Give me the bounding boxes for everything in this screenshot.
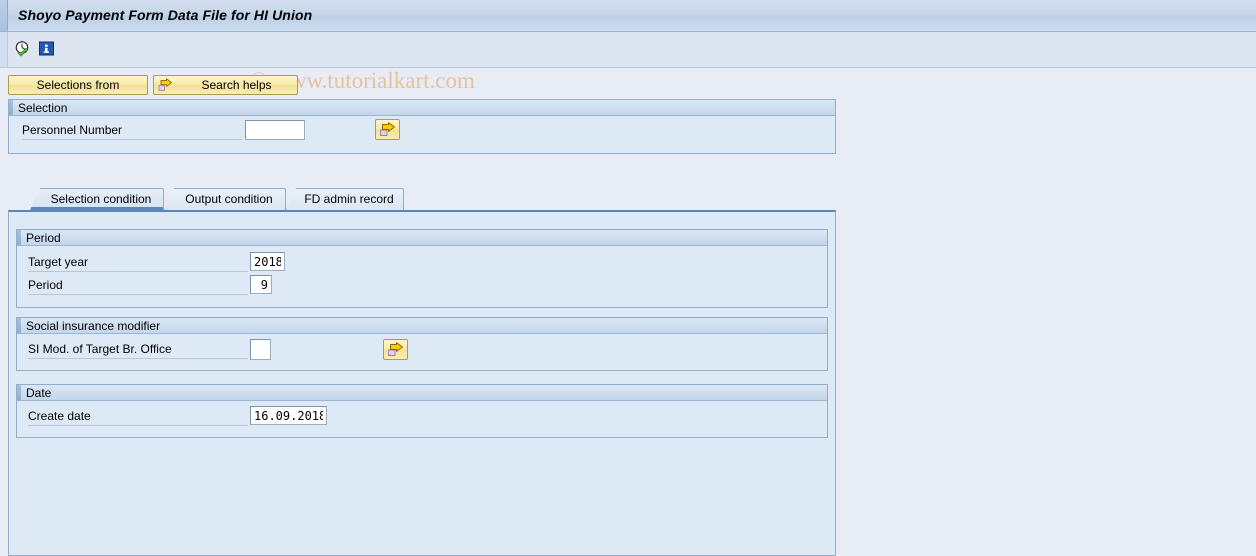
period-label: Period: [28, 278, 248, 295]
tab-strip: Selection condition Output condition FD …: [8, 188, 836, 212]
date-group-header: Date: [17, 385, 827, 401]
page-title: Shoyo Payment Form Data File for HI Unio…: [18, 7, 313, 23]
toolbar-left-accent: [0, 32, 8, 67]
si-mod-input[interactable]: [250, 339, 271, 360]
period-group-title: Period: [26, 231, 61, 245]
target-year-input[interactable]: [250, 252, 285, 271]
si-group-header: Social insurance modifier: [17, 318, 827, 334]
target-year-label: Target year: [28, 255, 248, 272]
period-input[interactable]: [250, 275, 272, 294]
tab-output-condition[interactable]: Output condition: [164, 188, 286, 210]
period-group-header: Period: [17, 230, 827, 246]
si-mod-value-help-button[interactable]: [383, 339, 408, 360]
search-helps-button[interactable]: Search helps: [153, 75, 298, 95]
si-mod-label: SI Mod. of Target Br. Office: [28, 342, 248, 359]
si-group-title: Social insurance modifier: [26, 319, 161, 333]
group-header-bar: [17, 318, 21, 333]
personnel-number-input[interactable]: [245, 120, 305, 140]
create-date-label: Create date: [28, 409, 248, 426]
selections-from-button[interactable]: Selections from: [8, 75, 148, 95]
group-header-bar: [17, 385, 21, 400]
date-group-title: Date: [26, 386, 52, 400]
tab-fd-admin-record[interactable]: FD admin record: [286, 188, 404, 210]
info-icon[interactable]: [38, 40, 56, 58]
tab-selection-condition[interactable]: Selection condition: [30, 188, 164, 210]
arrow-right-icon: [380, 122, 395, 136]
arrow-right-icon: [158, 78, 173, 93]
group-header-bar: [9, 100, 13, 115]
search-helps-label: Search helps: [201, 78, 272, 92]
arrow-right-icon: [388, 342, 403, 356]
group-header-bar: [17, 230, 21, 245]
create-date-input[interactable]: [250, 406, 327, 425]
selection-group-header: Selection: [9, 100, 835, 116]
application-toolbar: © www.tutorialkart.com: [0, 32, 1256, 93]
window-title-bar: Shoyo Payment Form Data File for HI Unio…: [0, 0, 1256, 32]
execute-clock-icon[interactable]: [14, 40, 32, 58]
personnel-number-label: Personnel Number: [22, 123, 242, 140]
title-bar-left-accent: [0, 0, 8, 31]
selection-group-title: Selection: [18, 101, 68, 115]
personnel-number-value-help-button[interactable]: [375, 119, 400, 140]
